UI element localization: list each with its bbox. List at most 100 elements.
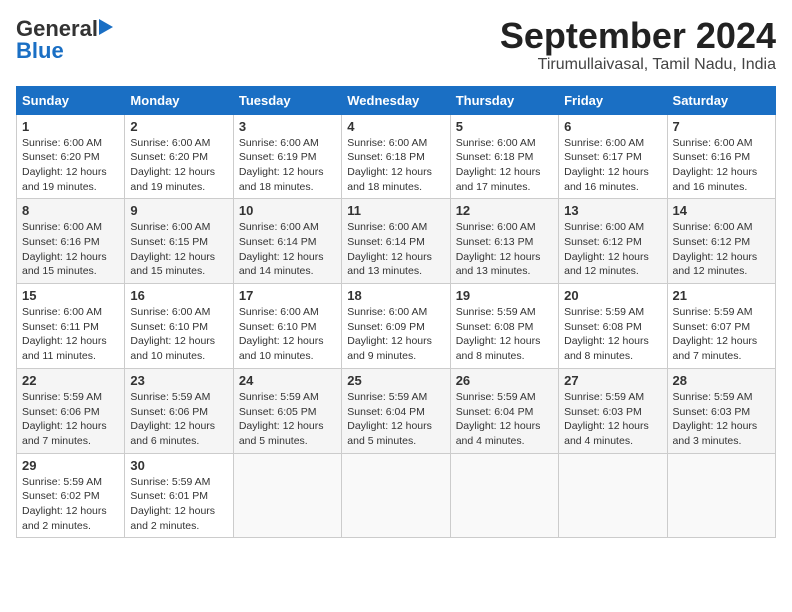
day-number: 11 (347, 203, 444, 218)
day-info: Sunrise: 6:00 AM Sunset: 6:12 PM Dayligh… (564, 220, 661, 279)
col-monday: Monday (125, 86, 233, 114)
logo: General Blue (16, 16, 115, 64)
day-info: Sunrise: 6:00 AM Sunset: 6:10 PM Dayligh… (239, 305, 336, 364)
day-info: Sunrise: 6:00 AM Sunset: 6:14 PM Dayligh… (347, 220, 444, 279)
logo-arrow-icon (97, 17, 115, 37)
title-section: September 2024 Tirumullaivasal, Tamil Na… (500, 16, 776, 74)
table-row (342, 453, 450, 538)
table-row: 22 Sunrise: 5:59 AM Sunset: 6:06 PM Dayli… (17, 368, 125, 453)
day-number: 13 (564, 203, 661, 218)
table-row: 5 Sunrise: 6:00 AM Sunset: 6:18 PM Daylig… (450, 114, 558, 199)
day-info: Sunrise: 6:00 AM Sunset: 6:14 PM Dayligh… (239, 220, 336, 279)
day-number: 19 (456, 288, 553, 303)
day-number: 9 (130, 203, 227, 218)
col-thursday: Thursday (450, 86, 558, 114)
table-row: 27 Sunrise: 5:59 AM Sunset: 6:03 PM Dayli… (559, 368, 667, 453)
day-info: Sunrise: 5:59 AM Sunset: 6:08 PM Dayligh… (456, 305, 553, 364)
day-number: 15 (22, 288, 119, 303)
day-info: Sunrise: 6:00 AM Sunset: 6:15 PM Dayligh… (130, 220, 227, 279)
table-row: 17 Sunrise: 6:00 AM Sunset: 6:10 PM Dayli… (233, 284, 341, 369)
calendar-row: 15 Sunrise: 6:00 AM Sunset: 6:11 PM Dayli… (17, 284, 776, 369)
day-number: 26 (456, 373, 553, 388)
day-info: Sunrise: 6:00 AM Sunset: 6:11 PM Dayligh… (22, 305, 119, 364)
col-saturday: Saturday (667, 86, 775, 114)
calendar-row: 8 Sunrise: 6:00 AM Sunset: 6:16 PM Daylig… (17, 199, 776, 284)
day-info: Sunrise: 6:00 AM Sunset: 6:18 PM Dayligh… (456, 136, 553, 195)
table-row: 1Sunrise: 6:00 AM Sunset: 6:20 PM Daylig… (17, 114, 125, 199)
table-row: 25 Sunrise: 5:59 AM Sunset: 6:04 PM Dayli… (342, 368, 450, 453)
table-row: 16Sunrise: 6:00 AM Sunset: 6:10 PM Dayli… (125, 284, 233, 369)
day-number: 5 (456, 119, 553, 134)
day-number: 18 (347, 288, 444, 303)
day-info: Sunrise: 6:00 AM Sunset: 6:09 PM Dayligh… (347, 305, 444, 364)
day-info: Sunrise: 6:00 AM Sunset: 6:20 PM Dayligh… (130, 136, 227, 195)
day-info: Sunrise: 6:00 AM Sunset: 6:16 PM Dayligh… (673, 136, 770, 195)
table-row: 20 Sunrise: 5:59 AM Sunset: 6:08 PM Dayli… (559, 284, 667, 369)
day-number: 23 (130, 373, 227, 388)
day-info: Sunrise: 6:00 AM Sunset: 6:20 PM Dayligh… (22, 136, 119, 195)
table-row (233, 453, 341, 538)
day-info: Sunrise: 5:59 AM Sunset: 6:03 PM Dayligh… (673, 390, 770, 449)
table-row: 11 Sunrise: 6:00 AM Sunset: 6:14 PM Dayli… (342, 199, 450, 284)
day-info: Sunrise: 5:59 AM Sunset: 6:01 PM Dayligh… (130, 475, 227, 534)
day-number: 20 (564, 288, 661, 303)
col-sunday: Sunday (17, 86, 125, 114)
table-row: 7 Sunrise: 6:00 AM Sunset: 6:16 PM Daylig… (667, 114, 775, 199)
day-info: Sunrise: 5:59 AM Sunset: 6:03 PM Dayligh… (564, 390, 661, 449)
calendar-row: 22 Sunrise: 5:59 AM Sunset: 6:06 PM Dayli… (17, 368, 776, 453)
day-number: 3 (239, 119, 336, 134)
day-info: Sunrise: 6:00 AM Sunset: 6:19 PM Dayligh… (239, 136, 336, 195)
col-tuesday: Tuesday (233, 86, 341, 114)
day-info: Sunrise: 5:59 AM Sunset: 6:06 PM Dayligh… (22, 390, 119, 449)
table-row: 19 Sunrise: 5:59 AM Sunset: 6:08 PM Dayli… (450, 284, 558, 369)
day-info: Sunrise: 5:59 AM Sunset: 6:04 PM Dayligh… (456, 390, 553, 449)
col-wednesday: Wednesday (342, 86, 450, 114)
header-row: Sunday Monday Tuesday Wednesday Thursday… (17, 86, 776, 114)
day-number: 14 (673, 203, 770, 218)
day-number: 16 (130, 288, 227, 303)
day-info: Sunrise: 5:59 AM Sunset: 6:04 PM Dayligh… (347, 390, 444, 449)
table-row: 9 Sunrise: 6:00 AM Sunset: 6:15 PM Daylig… (125, 199, 233, 284)
day-number: 7 (673, 119, 770, 134)
table-row: 12 Sunrise: 6:00 AM Sunset: 6:13 PM Dayli… (450, 199, 558, 284)
day-number: 17 (239, 288, 336, 303)
day-number: 25 (347, 373, 444, 388)
day-number: 8 (22, 203, 119, 218)
day-number: 28 (673, 373, 770, 388)
table-row: 3 Sunrise: 6:00 AM Sunset: 6:19 PM Daylig… (233, 114, 341, 199)
day-number: 27 (564, 373, 661, 388)
table-row: 21Sunrise: 5:59 AM Sunset: 6:07 PM Dayli… (667, 284, 775, 369)
day-info: Sunrise: 6:00 AM Sunset: 6:13 PM Dayligh… (456, 220, 553, 279)
day-number: 4 (347, 119, 444, 134)
page-header: General Blue September 2024 Tirumullaiva… (16, 16, 776, 74)
month-title: September 2024 (500, 16, 776, 56)
calendar-table: Sunday Monday Tuesday Wednesday Thursday… (16, 86, 776, 539)
day-info: Sunrise: 6:00 AM Sunset: 6:16 PM Dayligh… (22, 220, 119, 279)
table-row: 10 Sunrise: 6:00 AM Sunset: 6:14 PM Dayli… (233, 199, 341, 284)
day-info: Sunrise: 5:59 AM Sunset: 6:06 PM Dayligh… (130, 390, 227, 449)
day-number: 12 (456, 203, 553, 218)
day-info: Sunrise: 5:59 AM Sunset: 6:08 PM Dayligh… (564, 305, 661, 364)
day-number: 29 (22, 458, 119, 473)
table-row: 4Sunrise: 6:00 AM Sunset: 6:18 PM Daylig… (342, 114, 450, 199)
table-row: 29 Sunrise: 5:59 AM Sunset: 6:02 PM Dayli… (17, 453, 125, 538)
table-row: 23 Sunrise: 5:59 AM Sunset: 6:06 PM Dayli… (125, 368, 233, 453)
day-number: 10 (239, 203, 336, 218)
table-row (667, 453, 775, 538)
day-info: Sunrise: 5:59 AM Sunset: 6:07 PM Dayligh… (673, 305, 770, 364)
table-row: 14Sunrise: 6:00 AM Sunset: 6:12 PM Dayli… (667, 199, 775, 284)
table-row (450, 453, 558, 538)
logo-blue: Blue (16, 38, 64, 63)
table-row: 13 Sunrise: 6:00 AM Sunset: 6:12 PM Dayli… (559, 199, 667, 284)
day-number: 2 (130, 119, 227, 134)
day-number: 22 (22, 373, 119, 388)
day-number: 30 (130, 458, 227, 473)
table-row: 2 Sunrise: 6:00 AM Sunset: 6:20 PM Daylig… (125, 114, 233, 199)
day-number: 24 (239, 373, 336, 388)
table-row: 26 Sunrise: 5:59 AM Sunset: 6:04 PM Dayli… (450, 368, 558, 453)
day-info: Sunrise: 5:59 AM Sunset: 6:02 PM Dayligh… (22, 475, 119, 534)
table-row: 15 Sunrise: 6:00 AM Sunset: 6:11 PM Dayli… (17, 284, 125, 369)
day-info: Sunrise: 6:00 AM Sunset: 6:17 PM Dayligh… (564, 136, 661, 195)
day-number: 6 (564, 119, 661, 134)
location-title: Tirumullaivasal, Tamil Nadu, India (500, 56, 776, 74)
